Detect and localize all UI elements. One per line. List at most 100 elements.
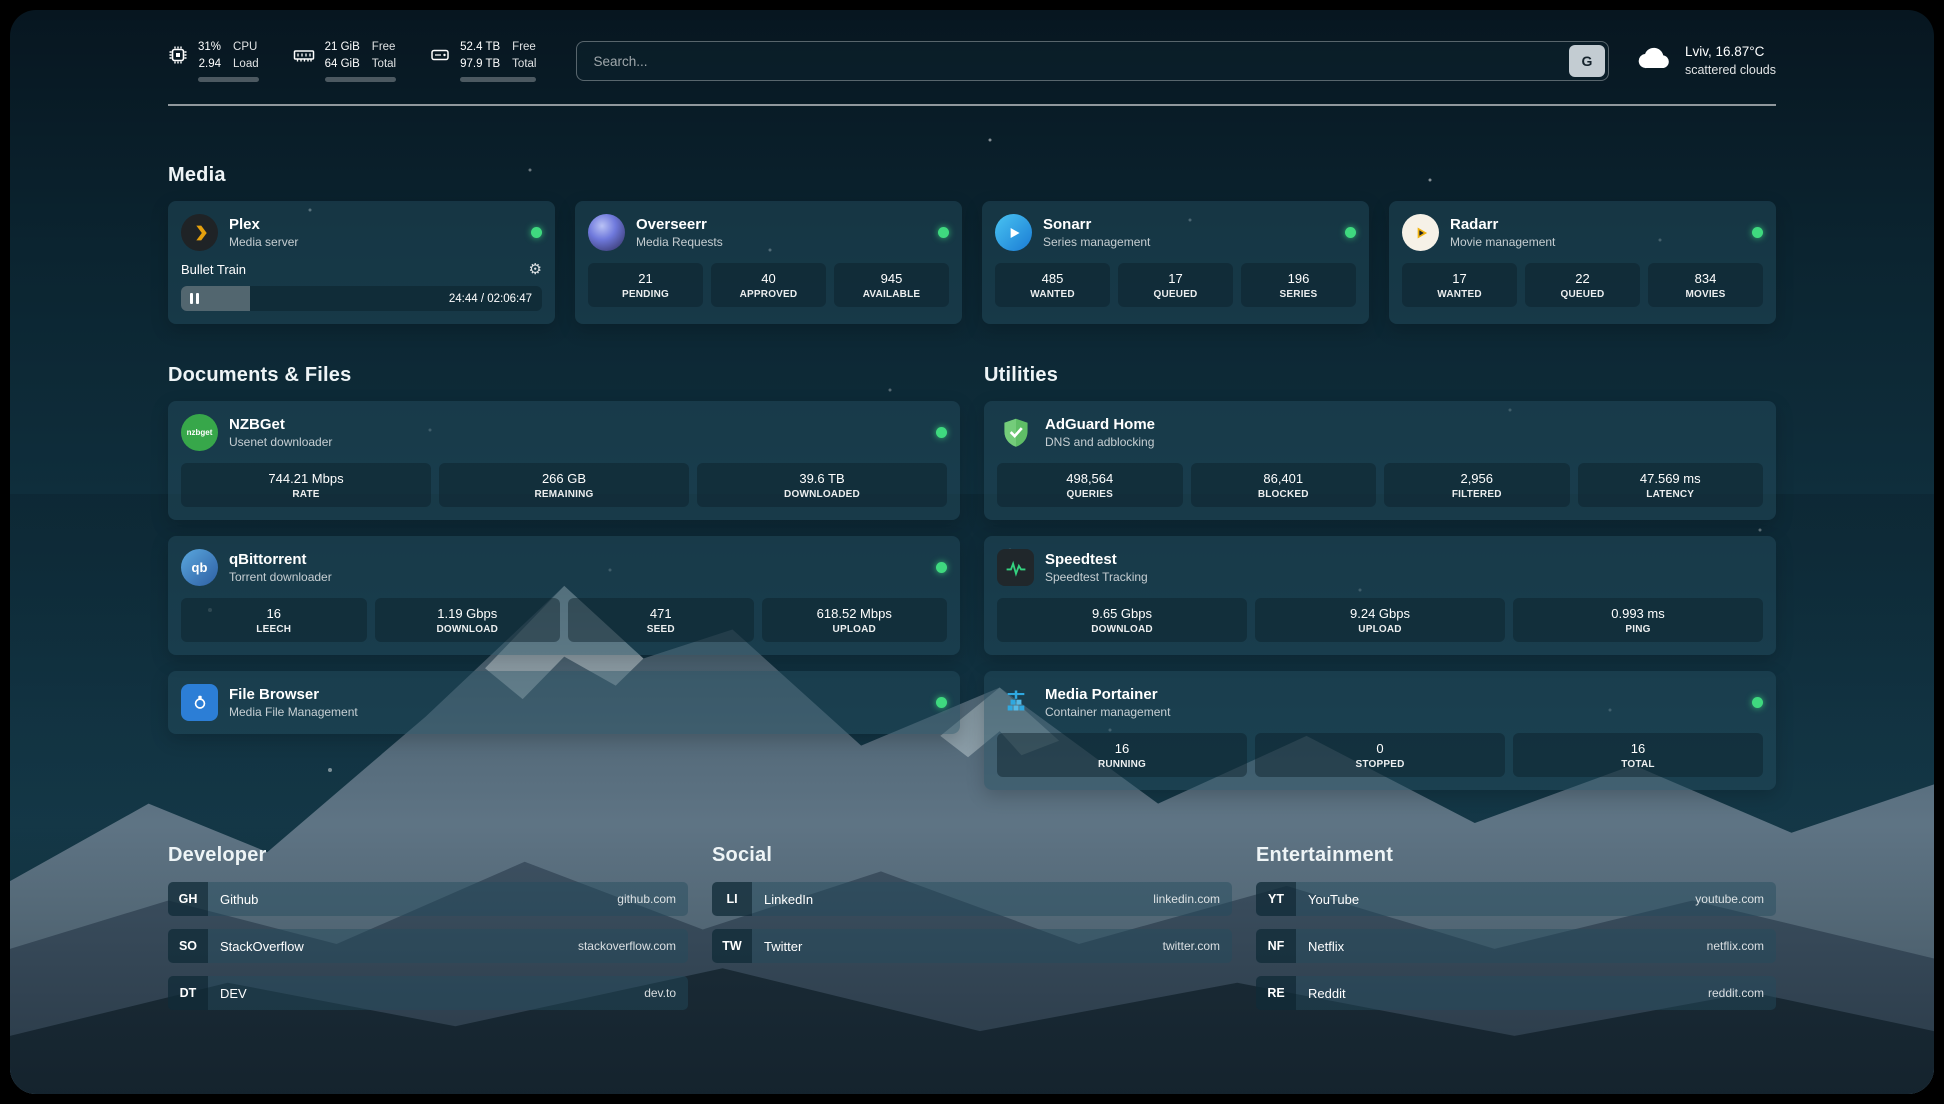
utilities-section-title: Utilities — [984, 364, 1776, 387]
stat-box: 2,956 FILTERED — [1384, 463, 1570, 507]
bookmark-abbr: DT — [168, 976, 208, 1010]
stat-box: 9.65 Gbps DOWNLOAD — [997, 598, 1247, 642]
service-card-qbittorrent[interactable]: qb qBittorrent Torrent downloader 16 — [168, 536, 960, 655]
bookmark-name: StackOverflow — [220, 939, 304, 954]
bookmark-abbr: TW — [712, 929, 752, 963]
memory-total-label: Total — [372, 57, 396, 73]
service-card-plex[interactable]: Plex Media server Bullet Train ⚙ 24:44 /… — [168, 201, 555, 324]
bookmark-url: reddit.com — [1708, 986, 1764, 1000]
service-card-speedtest[interactable]: Speedtest Speedtest Tracking 9.65 Gbps D… — [984, 536, 1776, 655]
bookmark-abbr: YT — [1256, 882, 1296, 916]
memory-widget: 21 GiB Free 64 GiB Total — [293, 40, 396, 82]
entertainment-section-title: Entertainment — [1256, 844, 1776, 867]
stat-box: 1.19 Gbps DOWNLOAD — [375, 598, 561, 642]
stat-box: 471 SEED — [568, 598, 754, 642]
stat-box: 0 STOPPED — [1255, 733, 1505, 777]
memory-free-label: Free — [372, 40, 396, 56]
service-card-nzbget[interactable]: nzbget NZBGet Usenet downloader 744.21 M… — [168, 401, 960, 520]
stat-box: 21 PENDING — [588, 263, 703, 307]
section-developer: Developer GH Github github.com SO StackO… — [168, 844, 688, 1010]
service-name: Plex — [229, 216, 298, 233]
memory-icon — [293, 45, 315, 70]
sonarr-icon — [995, 214, 1032, 251]
stat-box: 17 WANTED — [1402, 263, 1517, 307]
section-entertainment: Entertainment YT YouTube youtube.com NF … — [1256, 844, 1776, 1010]
bookmark-youtube[interactable]: YT YouTube youtube.com — [1256, 882, 1776, 916]
bookmark-abbr: RE — [1256, 976, 1296, 1010]
status-dot — [938, 227, 949, 238]
service-subtitle: Usenet downloader — [229, 435, 332, 449]
service-card-portainer[interactable]: Media Portainer Container management 16 … — [984, 671, 1776, 790]
bookmark-url: dev.to — [644, 986, 676, 1000]
service-card-radarr[interactable]: Radarr Movie management 17 WANTED 22 QUE… — [1389, 201, 1776, 324]
service-subtitle: Series management — [1043, 235, 1150, 249]
cloud-icon — [1637, 45, 1673, 77]
search-engine-button[interactable]: G — [1569, 45, 1605, 77]
documents-section-title: Documents & Files — [168, 364, 960, 387]
bookmark-abbr: LI — [712, 882, 752, 916]
bookmark-github[interactable]: GH Github github.com — [168, 882, 688, 916]
header-divider — [168, 104, 1776, 106]
speedtest-icon — [997, 549, 1034, 586]
disk-icon — [430, 45, 450, 70]
service-card-sonarr[interactable]: Sonarr Series management 485 WANTED 17 Q… — [982, 201, 1369, 324]
cpu-icon — [168, 45, 188, 70]
top-bar: 31% CPU 2.94 Load 21 GiB Free 64 GiB Tot… — [168, 40, 1776, 82]
disk-free: 52.4 TB — [460, 40, 500, 56]
memory-progress-bar — [325, 77, 396, 82]
bookmark-url: netflix.com — [1707, 939, 1764, 953]
service-card-adguard[interactable]: AdGuard Home DNS and adblocking 498,564 … — [984, 401, 1776, 520]
bookmark-twitter[interactable]: TW Twitter twitter.com — [712, 929, 1232, 963]
service-name: Overseerr — [636, 216, 723, 233]
service-card-filebrowser[interactable]: File Browser Media File Management — [168, 671, 960, 734]
service-subtitle: Movie management — [1450, 235, 1555, 249]
overseerr-icon — [588, 214, 625, 251]
status-dot — [936, 697, 947, 708]
bookmark-reddit[interactable]: RE Reddit reddit.com — [1256, 976, 1776, 1010]
social-section-title: Social — [712, 844, 1232, 867]
disk-widget: 52.4 TB Free 97.9 TB Total — [430, 40, 536, 82]
service-subtitle: Torrent downloader — [229, 570, 332, 584]
bookmark-abbr: NF — [1256, 929, 1296, 963]
playback-progress-bar[interactable]: 24:44 / 02:06:47 — [181, 286, 542, 311]
settings-gear-icon[interactable]: ⚙ — [529, 262, 542, 277]
bookmark-name: Twitter — [764, 939, 802, 954]
search-bar: G — [576, 41, 1609, 81]
stat-box: 744.21 Mbps RATE — [181, 463, 431, 507]
section-utilities: Utilities AdGuard Home DNS and adblockin… — [984, 364, 1776, 790]
stat-box: 485 WANTED — [995, 263, 1110, 307]
plex-icon — [181, 214, 218, 251]
search-input[interactable] — [591, 53, 1569, 70]
service-subtitle: Media File Management — [229, 705, 358, 719]
service-subtitle: Speedtest Tracking — [1045, 570, 1148, 584]
filebrowser-icon — [181, 684, 218, 721]
stat-box: 0.993 ms PING — [1513, 598, 1763, 642]
playback-time: 24:44 / 02:06:47 — [449, 293, 532, 305]
cpu-percent: 31% — [198, 40, 221, 56]
status-dot — [936, 427, 947, 438]
service-subtitle: DNS and adblocking — [1045, 435, 1155, 449]
disk-total-label: Total — [512, 57, 536, 73]
bookmark-linkedin[interactable]: LI LinkedIn linkedin.com — [712, 882, 1232, 916]
disk-progress-bar — [460, 77, 536, 82]
bookmark-name: Netflix — [1308, 939, 1344, 954]
bookmark-stackoverflow[interactable]: SO StackOverflow stackoverflow.com — [168, 929, 688, 963]
cpu-load: 2.94 — [198, 57, 221, 73]
bookmark-name: DEV — [220, 986, 247, 1001]
service-subtitle: Media server — [229, 235, 298, 249]
weather-widget: Lviv, 16.87°C scattered clouds — [1637, 43, 1776, 79]
disk-free-label: Free — [512, 40, 536, 56]
bookmark-netflix[interactable]: NF Netflix netflix.com — [1256, 929, 1776, 963]
service-name: Sonarr — [1043, 216, 1150, 233]
service-name: AdGuard Home — [1045, 416, 1155, 433]
bookmark-dev[interactable]: DT DEV dev.to — [168, 976, 688, 1010]
stat-box: 945 AVAILABLE — [834, 263, 949, 307]
media-section-title: Media — [168, 164, 1776, 187]
stat-box: 16 LEECH — [181, 598, 367, 642]
section-social: Social LI LinkedIn linkedin.com TW Twitt… — [712, 844, 1232, 1010]
service-card-overseerr[interactable]: Overseerr Media Requests 21 PENDING 40 A… — [575, 201, 962, 324]
pause-icon[interactable] — [190, 293, 199, 304]
stat-box: 86,401 BLOCKED — [1191, 463, 1377, 507]
bookmark-name: YouTube — [1308, 892, 1359, 907]
cpu-widget: 31% CPU 2.94 Load — [168, 40, 259, 82]
